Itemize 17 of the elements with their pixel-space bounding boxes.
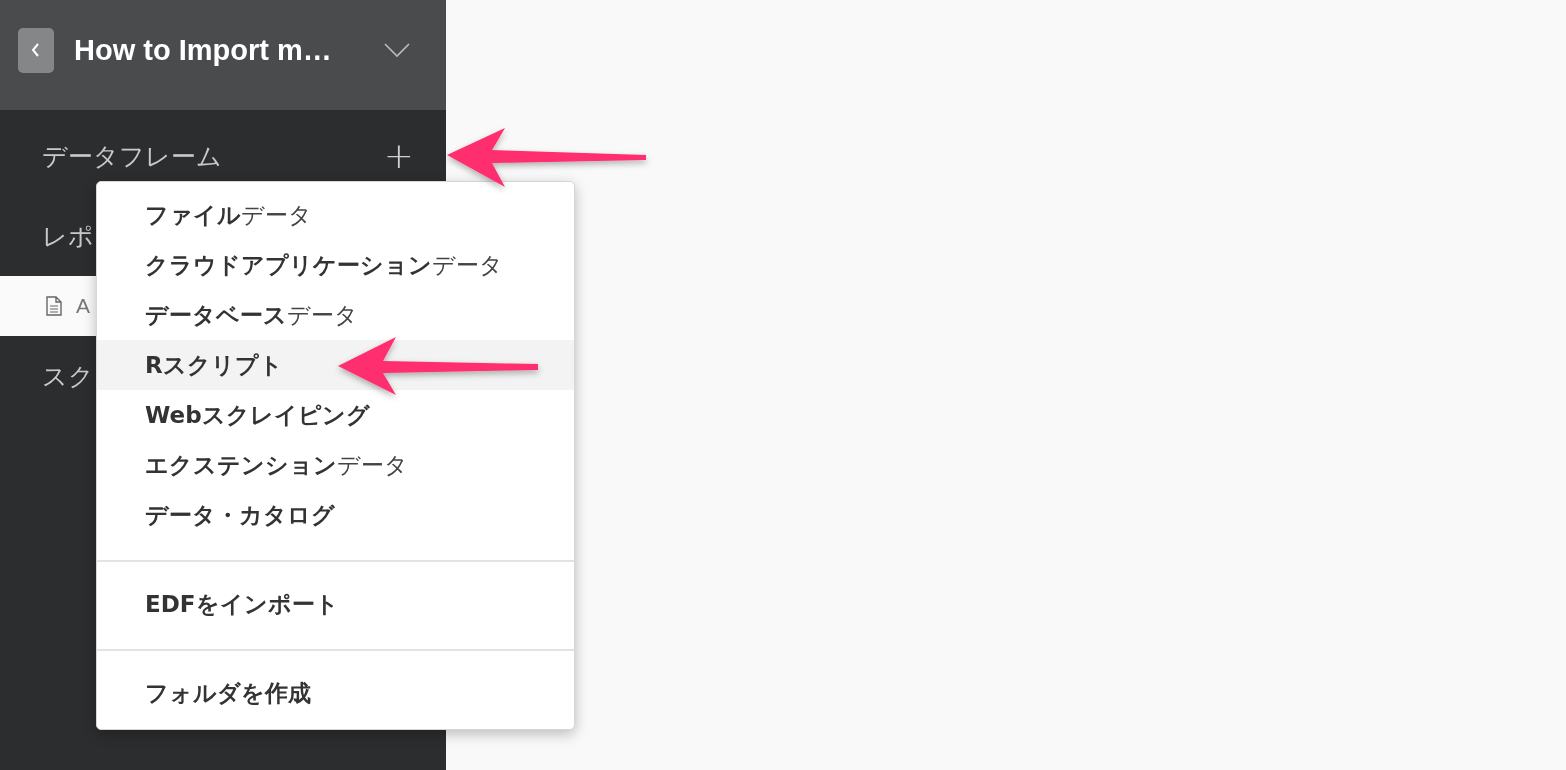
menu-item[interactable]: Webスクレイピング (97, 390, 574, 440)
back-button[interactable] (18, 27, 54, 73)
project-title: How to Import m… (74, 33, 333, 67)
menu-item[interactable]: データ・カタログ (97, 490, 574, 540)
chevron-left-icon (30, 42, 42, 58)
chevron-down-icon[interactable] (384, 42, 410, 58)
menu-item[interactable]: エクステンションデータ (97, 440, 574, 490)
menu-item[interactable]: データベースデータ (97, 290, 574, 340)
menu-item[interactable]: ファイルデータ (97, 190, 574, 240)
section-label: スク (42, 360, 94, 393)
document-icon (46, 296, 62, 316)
add-button[interactable]: + (379, 138, 418, 174)
menu-item[interactable]: クラウドアプリケーションデータ (97, 240, 574, 290)
section-label: データフレーム (42, 140, 222, 173)
section-label: レポ (42, 220, 94, 253)
menu-item[interactable]: フォルダを作成 (97, 668, 574, 718)
menu-item[interactable]: EDFをインポート (97, 579, 574, 629)
